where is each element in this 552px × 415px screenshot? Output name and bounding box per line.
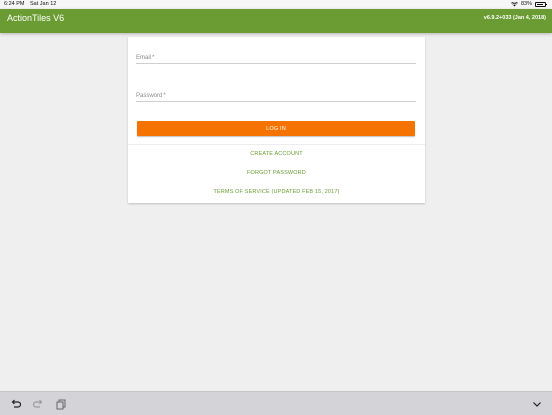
login-button[interactable]: LOG IN — [137, 121, 415, 136]
hide-keyboard-icon[interactable] — [531, 398, 543, 410]
email-field[interactable]: Email* — [136, 53, 416, 64]
create-account-link[interactable]: CREATE ACCOUNT — [128, 151, 425, 157]
password-input[interactable] — [136, 91, 416, 101]
email-input[interactable] — [136, 53, 416, 63]
app-version: v6.9.2+033 (Jan 4, 2018) — [483, 15, 546, 21]
status-bar: 6:24 PM Sat Jan 12 83% — [0, 0, 552, 9]
undo-icon[interactable] — [10, 398, 22, 410]
status-date: Sat Jan 12 — [30, 1, 57, 7]
paste-icon[interactable] — [55, 398, 67, 410]
app-header: ActionTiles V6 v6.9.2+033 (Jan 4, 2018) — [0, 9, 552, 33]
battery-percent: 83% — [520, 1, 532, 7]
redo-icon[interactable] — [32, 398, 44, 410]
forgot-password-link[interactable]: FORGOT PASSWORD — [128, 170, 425, 176]
wifi-icon — [511, 2, 518, 7]
status-time: 6:24 PM — [4, 1, 25, 7]
app-title: ActionTiles V6 — [7, 13, 65, 23]
terms-of-service-link[interactable]: TERMS OF SERVICE (UPDATED FEB 15, 2017) — [128, 189, 425, 195]
card-divider — [128, 144, 425, 145]
battery-icon — [535, 2, 547, 7]
password-field[interactable]: Password* — [136, 91, 416, 102]
keyboard-toolbar — [0, 391, 552, 415]
login-card: Email* Password* LOG IN CREATE ACCOUNT F… — [128, 37, 425, 203]
